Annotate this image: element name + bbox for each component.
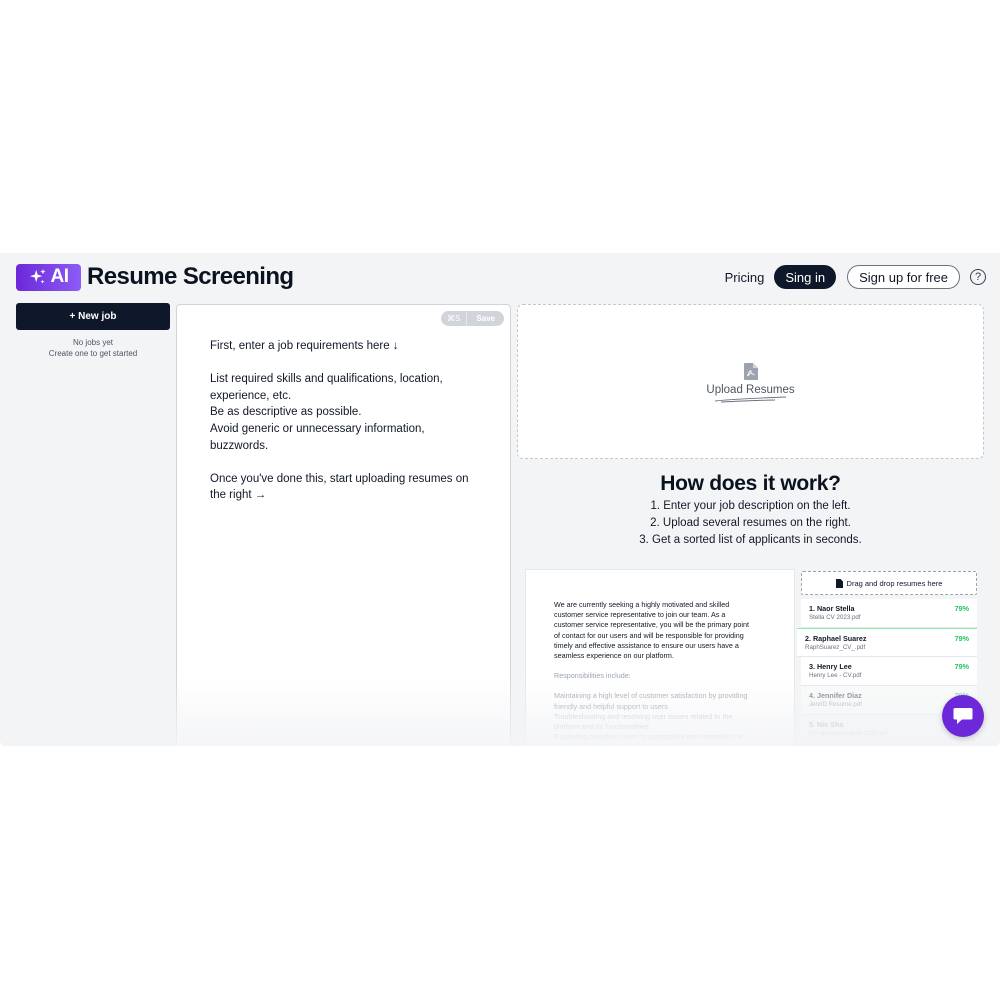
demo-line: seamless experience on our platform. <box>554 651 674 661</box>
placeholder-line: experience, etc. <box>210 389 292 402</box>
placeholder-line: buzzwords. <box>210 439 269 452</box>
demo-line: friendly and helpful support to users <box>554 701 668 711</box>
editor-placeholder[interactable]: First, enter a job requirements here ↓ L… <box>210 338 490 504</box>
sparkles-icon <box>29 268 46 284</box>
demo-dropzone: Drag and drop resumes here <box>801 571 977 595</box>
sidebar: + New job No jobs yet Create one to get … <box>16 303 170 359</box>
demo-line: We are currently seeking a highly motiva… <box>554 600 730 609</box>
chat-button[interactable] <box>942 695 984 737</box>
signin-button[interactable]: Sing in <box>774 265 837 289</box>
logo-ai-text: AI <box>50 266 70 287</box>
demo-line: customer service representative to join … <box>554 610 726 620</box>
demo-line: Responsibilities include: <box>554 671 631 681</box>
step-2: 2. Upload several resumes on the right. <box>650 516 851 529</box>
demo-drop-label: Drag and drop resumes here <box>846 578 943 588</box>
pricing-link[interactable]: Pricing <box>725 270 765 285</box>
logo-badge: AI <box>16 263 81 291</box>
placeholder-line: Be as descriptive as possible. <box>210 406 362 419</box>
how-it-works-title: How does it work? <box>660 472 841 495</box>
app-window: AI Resume Screening Pricing Sing in Sign… <box>0 253 1000 746</box>
placeholder-line: List required skills and qualifications,… <box>210 373 443 386</box>
upload-content: Upload Resumes <box>518 363 983 404</box>
how-it-works: How does it work? 1. Enter your job desc… <box>517 472 984 548</box>
signup-button[interactable]: Sign up for free <box>847 265 960 289</box>
applicant-file: Stella CV 2023.pdf <box>809 614 861 621</box>
result-row: 3. Henry Lee Henry Lee - CV.pdf 79% <box>801 657 977 686</box>
demo-doc-text: We are currently seeking a highly motiva… <box>554 600 774 742</box>
applicant-file: JennD Resume.pdf <box>809 701 862 708</box>
pdf-file-icon <box>743 363 758 380</box>
applicant-name: 4. Jennifer Diaz <box>809 691 862 700</box>
save-shortcut-badge: ⌘S <box>441 311 468 326</box>
upload-dropzone[interactable]: Upload Resumes <box>517 304 984 459</box>
demo-line: Maintaining a high level of customer sat… <box>554 691 748 701</box>
app-title: Resume Screening <box>87 263 294 290</box>
demo-line: platform and its functionalities <box>554 722 649 732</box>
demo-line: Escalating complex issues to appropriate… <box>554 732 743 742</box>
demo-job-description: We are currently seeking a highly motiva… <box>525 569 795 746</box>
placeholder-line: Avoid generic or unnecessary information… <box>210 422 425 435</box>
applicant-name: 3. Henry Lee <box>809 662 852 671</box>
demo-line: Troubleshooting and resolving user issue… <box>554 711 733 721</box>
upload-resumes-label[interactable]: Upload Resumes <box>518 384 983 396</box>
applicant-file: Henry Lee - CV.pdf <box>809 672 862 679</box>
jobs-empty-state: No jobs yet Create one to get started <box>16 337 170 359</box>
placeholder-line: First, enter a job requirements here ↓ <box>210 340 399 352</box>
chat-bubble-icon <box>953 708 973 724</box>
file-icon <box>835 578 843 588</box>
underline-scribble-icon <box>714 396 787 403</box>
placeholder-line: Once you've done this, start uploading r… <box>210 472 469 485</box>
result-row: 2. Raphael Suarez RaphSuarez_CV_.pdf 79% <box>797 628 977 657</box>
editor-toolbar: ⌘S Save <box>440 311 504 326</box>
match-score: 79% <box>954 634 969 643</box>
step-3: 3. Get a sorted list of applicants in se… <box>639 533 862 546</box>
how-it-works-steps: 1. Enter your job description on the lef… <box>517 498 984 548</box>
applicant-file: RaphSuarez_CV_.pdf <box>805 644 866 651</box>
match-score: 79% <box>954 604 969 613</box>
top-nav: Pricing Sing in Sign up for free ? <box>725 265 986 289</box>
header: AI Resume Screening Pricing Sing in Sign… <box>0 253 1000 301</box>
new-job-button[interactable]: + New job <box>16 303 170 330</box>
empty-state-line2: Create one to get started <box>48 349 138 358</box>
save-button[interactable]: Save <box>467 311 504 326</box>
step-1: 1. Enter your job description on the lef… <box>650 500 851 512</box>
applicant-name: 5. Nia Sha <box>809 720 844 729</box>
applicant-name: 2. Raphael Suarez <box>805 634 867 643</box>
match-score: 79% <box>954 662 969 671</box>
demo-line: timely and effective assistance to ensur… <box>554 640 739 650</box>
job-description-editor[interactable]: ⌘S Save First, enter a job requirements … <box>176 304 511 746</box>
demo-line: of contact for our users and will be res… <box>554 630 744 640</box>
help-icon[interactable]: ? <box>970 269 986 285</box>
placeholder-line: the right → <box>210 489 267 502</box>
logo[interactable]: AI Resume Screening <box>16 263 294 291</box>
applicant-file: CV updated August 2023.pdf <box>809 730 889 737</box>
applicant-name: 1. Naor Stella <box>809 604 855 613</box>
result-row: 1. Naor Stella Stella CV 2023.pdf 79% <box>801 599 977 628</box>
demo-line: customer service representative, you wil… <box>554 620 749 630</box>
empty-state-line1: No jobs yet <box>72 338 114 347</box>
